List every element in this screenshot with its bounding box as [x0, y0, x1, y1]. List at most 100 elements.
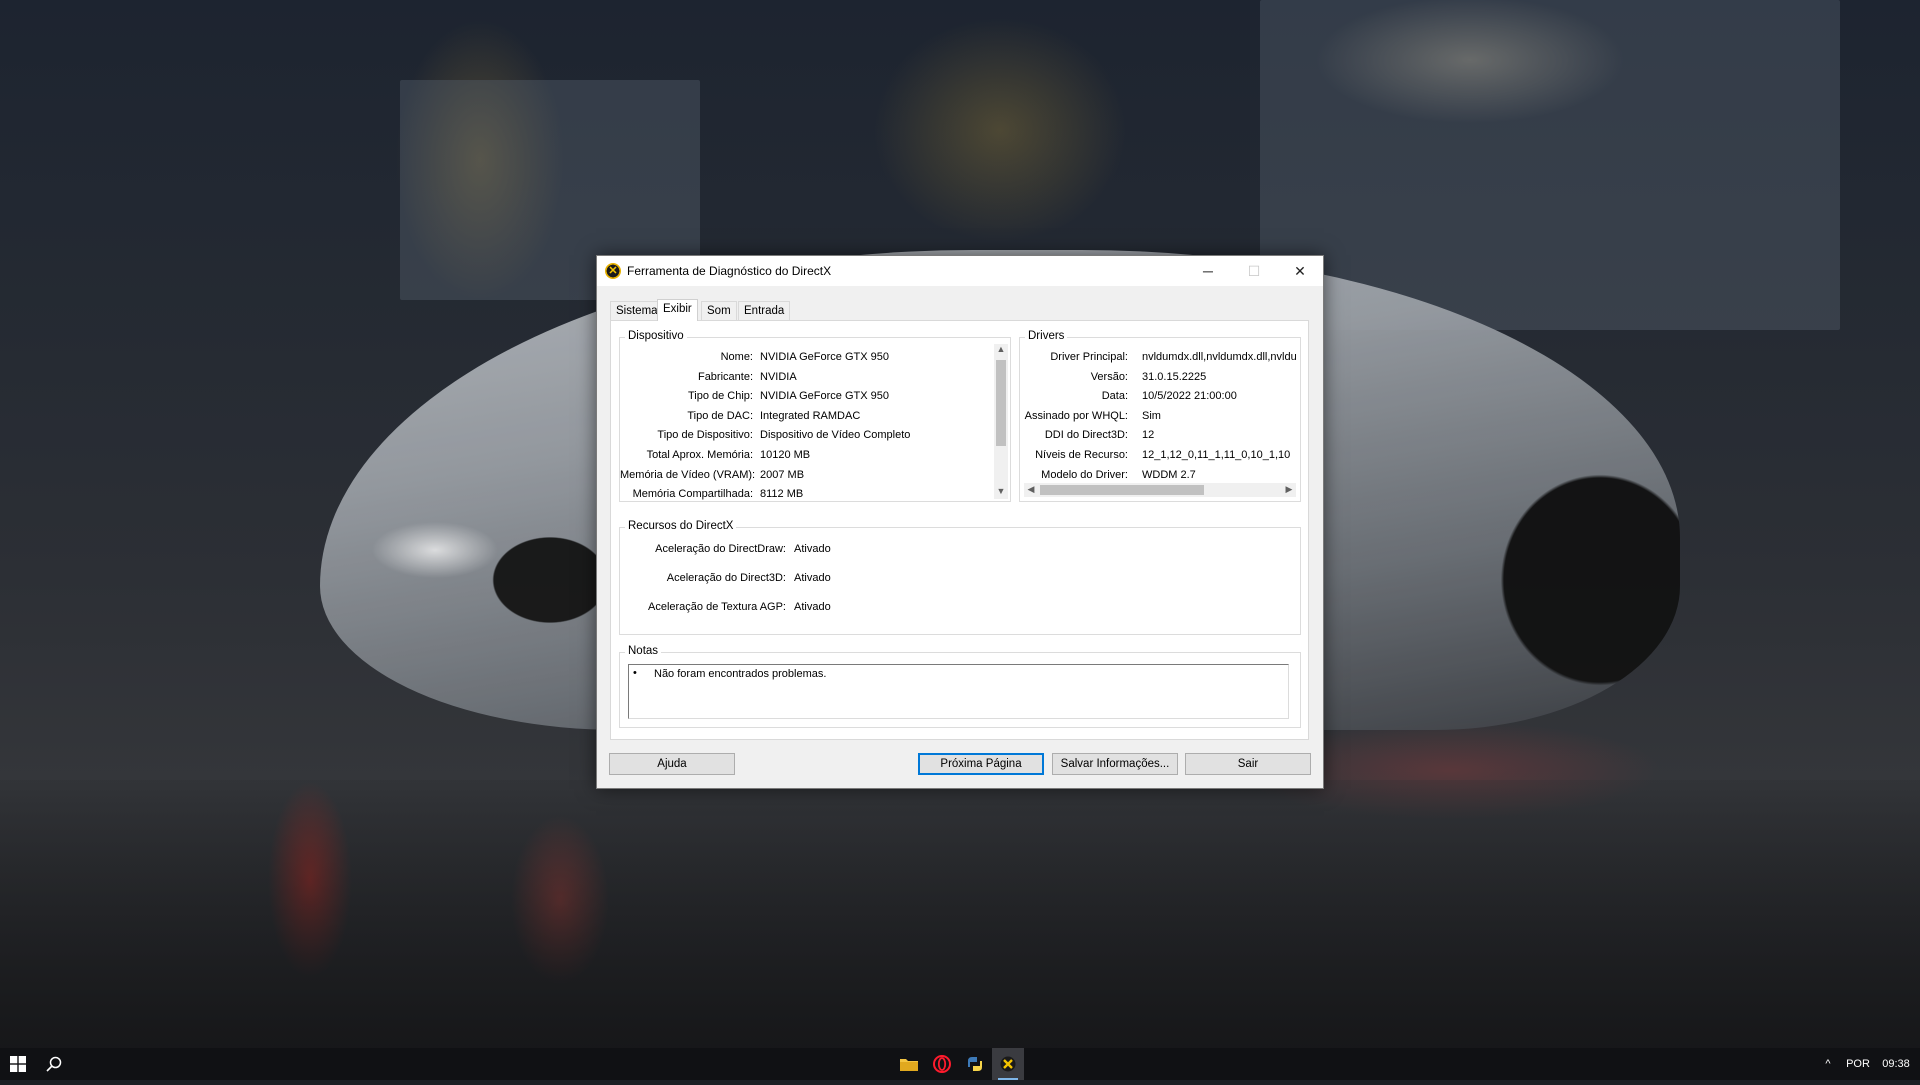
- display-tab-panel: Dispositivo Nome: NVIDIA GeForce GTX 950 F…: [610, 320, 1309, 740]
- drivers-row: Driver Principal: nvldumdx.dll,nvldumdx.d…: [1020, 349, 1298, 365]
- minimize-button[interactable]: ─: [1185, 256, 1231, 286]
- start-button[interactable]: [0, 1048, 36, 1080]
- notes-group-label: Notas: [625, 645, 662, 657]
- maximize-button: ☐: [1247, 263, 1261, 279]
- device-row: Nome: NVIDIA GeForce GTX 950: [620, 349, 990, 365]
- device-value: Integrated RAMDAC: [760, 409, 861, 422]
- drivers-key: Modelo do Driver:: [1041, 468, 1128, 481]
- tab-entrada[interactable]: Entrada: [738, 301, 791, 320]
- drivers-value: nvldumdx.dll,nvldumdx.dll,nvldu: [1142, 351, 1297, 363]
- drivers-row: Data: 10/5/2022 21:00:00: [1020, 388, 1298, 404]
- directx_features-row: Aceleração do DirectDraw: Ativado: [620, 541, 994, 557]
- drivers-value: 12: [1142, 429, 1155, 442]
- wallpaper-ground: [0, 780, 1920, 1048]
- drivers-key: Níveis de Recurso:: [1035, 449, 1128, 461]
- next-page-button[interactable]: Próxima Página: [918, 753, 1044, 775]
- device-row: Tipo de Chip: NVIDIA GeForce GTX 950: [620, 388, 990, 404]
- window-title: Ferramenta de Diagnóstico do DirectX: [627, 264, 832, 278]
- device-value: 8112 MB: [760, 488, 804, 501]
- device-key: Tipo de Chip:: [687, 390, 753, 403]
- device-row: Tipo de DAC: Integrated RAMDAC: [620, 408, 990, 424]
- device-value: NVIDIA GeForce GTX 950: [760, 390, 889, 403]
- drivers-value: 31.0.15.2225: [1142, 370, 1207, 383]
- device-vertical-scrollbar[interactable]: ▲ ▼: [994, 344, 1008, 499]
- help-button[interactable]: Ajuda: [609, 753, 735, 775]
- title-bar[interactable]: ✕ Ferramenta de Diagnóstico do DirectX ─…: [597, 256, 1323, 286]
- directx-features-group: Recursos do DirectX Aceleração do Direct…: [619, 520, 1301, 635]
- drivers-row: DDI do Direct3D: 12: [1020, 427, 1298, 443]
- device-row: Tipo de Dispositivo: Dispositivo de Vídeo…: [620, 427, 990, 443]
- scrollbar-thumb[interactable]: [1040, 485, 1204, 495]
- drivers-key: DDI do Direct3D:: [1044, 429, 1128, 442]
- exit-button[interactable]: Sair: [1185, 753, 1311, 775]
- scroll-up-arrow-icon[interactable]: ▲: [994, 344, 1008, 354]
- save-info-button[interactable]: Salvar Informações...: [1052, 753, 1178, 775]
- close-button[interactable]: ✕: [1277, 256, 1323, 286]
- device-key: Fabricante:: [697, 370, 753, 383]
- file-explorer-button[interactable]: [893, 1048, 925, 1080]
- opera-button[interactable]: [926, 1048, 958, 1080]
- dxdiag-taskbar-button[interactable]: [992, 1048, 1024, 1080]
- tab-sistema[interactable]: Sistema: [610, 301, 664, 320]
- device-key: Memória Compartilhada:: [632, 488, 753, 501]
- taskbar: ^ POR 09:38: [0, 1048, 1920, 1080]
- device-value: NVIDIA: [760, 370, 797, 383]
- drivers-value: 10/5/2022 21:00:00: [1142, 390, 1237, 403]
- clock[interactable]: 09:38: [1876, 1048, 1916, 1080]
- drivers-key: Data:: [1101, 390, 1128, 403]
- device-value: 10120 MB: [760, 449, 811, 461]
- device-key: Tipo de Dispositivo:: [657, 429, 753, 442]
- directx_features-row: Aceleração de Textura AGP: Ativado: [620, 599, 994, 615]
- tab-som[interactable]: Som: [701, 301, 737, 320]
- device-key: Nome:: [720, 351, 753, 363]
- notes-textbox[interactable]: • Não foram encontrados problemas.: [628, 664, 1289, 719]
- device-key: Memória de Vídeo (VRAM):: [620, 468, 756, 481]
- tray-chevron-icon[interactable]: ^: [1818, 1048, 1838, 1080]
- directx_features-key: Aceleração de Textura AGP:: [648, 601, 786, 613]
- python-button[interactable]: [959, 1048, 991, 1080]
- device-row: Memória Compartilhada: 8112 MB: [620, 486, 990, 502]
- scrollbar-thumb[interactable]: [996, 360, 1006, 446]
- directx-icon: ✕: [605, 263, 621, 279]
- device-key: Total Aprox. Memória:: [646, 449, 753, 461]
- device-row: Total Aprox. Memória: 10120 MB: [620, 447, 990, 463]
- scroll-left-arrow-icon[interactable]: ◀: [1024, 484, 1038, 495]
- note-text: Não foram encontrados problemas.: [654, 668, 827, 680]
- directx-features-label: Recursos do DirectX: [625, 520, 737, 532]
- search-icon: [46, 1056, 62, 1072]
- notes-group: Notas • Não foram encontrados problemas.: [619, 645, 1301, 728]
- directx_features-key: Aceleração do Direct3D:: [666, 572, 786, 584]
- python-icon: [968, 1057, 982, 1071]
- scroll-right-arrow-icon[interactable]: ▶: [1282, 484, 1296, 495]
- file-explorer-icon: [900, 1059, 918, 1071]
- drivers-row: Modelo do Driver: WDDM 2.7: [1020, 467, 1298, 481]
- drivers-row: Assinado por WHQL: Sim: [1020, 408, 1298, 424]
- note-bullet: •: [633, 667, 637, 679]
- language-indicator[interactable]: POR: [1842, 1048, 1874, 1080]
- device-key: Tipo de DAC:: [687, 409, 753, 422]
- drivers-key: Assinado por WHQL:: [1024, 409, 1128, 422]
- drivers-row: Versão: 31.0.15.2225: [1020, 369, 1298, 385]
- search-button[interactable]: [36, 1048, 72, 1080]
- drivers-group: Drivers Driver Principal: nvldumdx.dll,nv…: [1019, 330, 1301, 502]
- device-group-label: Dispositivo: [625, 330, 687, 342]
- drivers-row: Níveis de Recurso: 12_1,12_0,11_1,11_0,10…: [1020, 447, 1298, 463]
- drivers-value: 12_1,12_0,11_1,11_0,10_1,10: [1142, 449, 1291, 461]
- device-value: NVIDIA GeForce GTX 950: [760, 351, 889, 363]
- drivers-key: Versão:: [1090, 370, 1128, 383]
- directx_features-value: Ativado: [794, 572, 831, 584]
- drivers-horizontal-scrollbar[interactable]: ◀ ▶: [1024, 483, 1296, 497]
- drivers-value: Sim: [1142, 409, 1161, 422]
- tab-exibir[interactable]: Exibir: [657, 299, 698, 321]
- directx-icon: [1000, 1056, 1016, 1072]
- device-row: Memória de Vídeo (VRAM): 2007 MB: [620, 467, 990, 483]
- drivers-value: WDDM 2.7: [1142, 468, 1196, 481]
- drivers-key: Driver Principal:: [1050, 351, 1128, 363]
- opera-icon: [933, 1055, 951, 1073]
- directx_features-value: Ativado: [794, 601, 831, 613]
- scroll-down-arrow-icon[interactable]: ▼: [994, 486, 1008, 496]
- device-row: Fabricante: NVIDIA: [620, 369, 990, 385]
- device-value: Dispositivo de Vídeo Completo: [760, 429, 911, 442]
- windows-logo-icon: [10, 1056, 26, 1072]
- device-group: Dispositivo Nome: NVIDIA GeForce GTX 950 F…: [619, 330, 1011, 502]
